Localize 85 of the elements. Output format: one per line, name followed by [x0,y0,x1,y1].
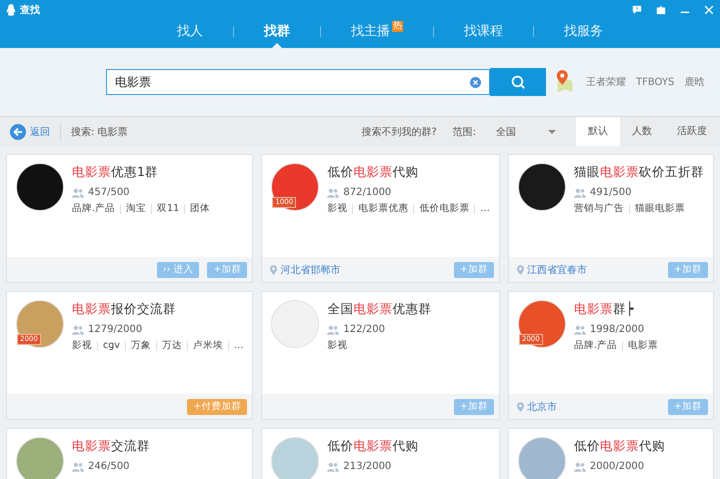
location-link[interactable]: 河北省邯郸市 [280,262,340,276]
member-count: 1279/2000 [88,324,142,335]
group-tag: 猫眼电影票 [634,202,685,215]
members-icon [72,324,84,334]
penguin-icon [6,4,16,16]
group-tag: 影视 [327,339,348,352]
close-icon[interactable] [704,5,714,15]
group-name[interactable]: 电影票报价交流群 [72,301,244,318]
group-tag: 万达 [162,339,182,352]
members-icon [574,324,586,334]
group-name[interactable]: 低价电影票代购 [327,438,418,455]
range-label: 范围: [452,126,476,138]
group-name[interactable]: 电影票群┝ [574,301,658,318]
group-name[interactable]: 电影票交流群 [72,438,150,455]
group-card[interactable]: 低价电影票代购 2000/2000 [508,428,714,479]
group-tag: 影视 [327,202,348,215]
group-card[interactable]: 低价电影票代购 213/2000 [261,428,500,479]
group-tag: 营销与广告 [574,202,624,215]
location-pin-icon [516,264,524,274]
clear-icon[interactable] [470,76,481,88]
group-avatar [271,300,320,348]
location-pin-icon [270,264,278,274]
member-count: 122/200 [343,324,385,335]
feedback-icon[interactable] [632,5,642,15]
group-tag: 双11 [157,202,180,215]
group-card[interactable]: 电影票优惠1群 457/500 品牌.产品 淘宝 双11 团体 ›› 进入 +加群 [6,154,254,283]
member-count: 1998/2000 [590,324,644,335]
help-link[interactable]: 搜索不到我的群? [361,124,437,138]
group-tag: 品牌.产品 [72,202,116,215]
group-tag: 电影票 [628,339,658,352]
sort-tab[interactable]: 人数 [620,117,664,146]
hot-word-link[interactable]: 鹿晗 [684,75,704,89]
group-tag: 品牌.产品 [574,339,617,352]
search-query-label: 搜索: 电影票 [71,126,128,138]
members-icon [72,462,84,472]
group-avatar [271,437,320,479]
member-count: 491/500 [590,187,632,198]
group-avatar [518,437,566,479]
group-tag: 低价电影票 [419,202,470,215]
group-tag: 电影票优惠 [358,202,408,215]
hot-word-link[interactable]: 王者荣耀 [586,75,626,89]
sort-tab[interactable]: 活跃度 [664,117,720,146]
group-tag: 淘宝 [126,202,146,215]
search-icon [510,74,526,90]
hot-badge: 热 [392,20,403,32]
tab[interactable]: 找群 [234,20,320,48]
group-name[interactable]: 低价电影票代购 [574,438,665,455]
members-icon [574,462,586,472]
search-field[interactable]: 电影票 [106,69,490,95]
window-title: 查找 [20,4,40,17]
member-count: 2000/2000 [590,461,644,472]
group-tag: … [480,203,490,214]
group-card[interactable]: 全国电影票优惠群 122/200 影视 +加群 [261,291,500,420]
members-icon [574,188,586,198]
group-name[interactable]: 猫眼电影票砍价五折群 [574,164,704,181]
group-card[interactable]: 猫眼电影票砍价五折群 491/500 营销与广告 猫眼电影票 江西省宜春市 +加群 [508,154,714,283]
location-pin-icon [516,402,524,412]
group-tag: 影视 [72,339,92,352]
group-name[interactable]: 全国电影票优惠群 [327,301,432,318]
members-icon [72,188,84,198]
group-tag: 卢米埃 [192,339,223,352]
sort-tab[interactable]: 默认 [576,117,620,146]
location-link[interactable]: 北京市 [526,400,557,414]
hot-word-link[interactable]: TFBOYS [636,76,674,88]
group-tag: 团体 [190,202,210,215]
group-card[interactable]: 电影票交流群 246/500 [6,428,254,479]
group-tag: 万象 [130,339,151,352]
members-icon [327,188,340,198]
group-name[interactable]: 电影票优惠1群 [72,164,210,181]
group-avatar [518,163,566,211]
group-name[interactable]: 低价电影票代购 [327,164,490,181]
member-count: 872/1000 [343,187,392,198]
member-count: 213/2000 [343,461,392,472]
member-count: 457/500 [88,187,130,198]
group-avatar [16,163,64,211]
group-tag: … [234,340,244,351]
back-button[interactable]: 返回 [0,122,61,140]
member-count: 246/500 [88,461,130,472]
search-button[interactable] [490,68,546,96]
range-dropdown[interactable]: 全国 [492,124,556,138]
members-icon [327,324,340,334]
location-link[interactable]: 江西省宜春市 [526,262,587,276]
members-icon [327,462,340,472]
group-avatar [16,437,64,479]
group-tag: cgv [103,340,120,351]
